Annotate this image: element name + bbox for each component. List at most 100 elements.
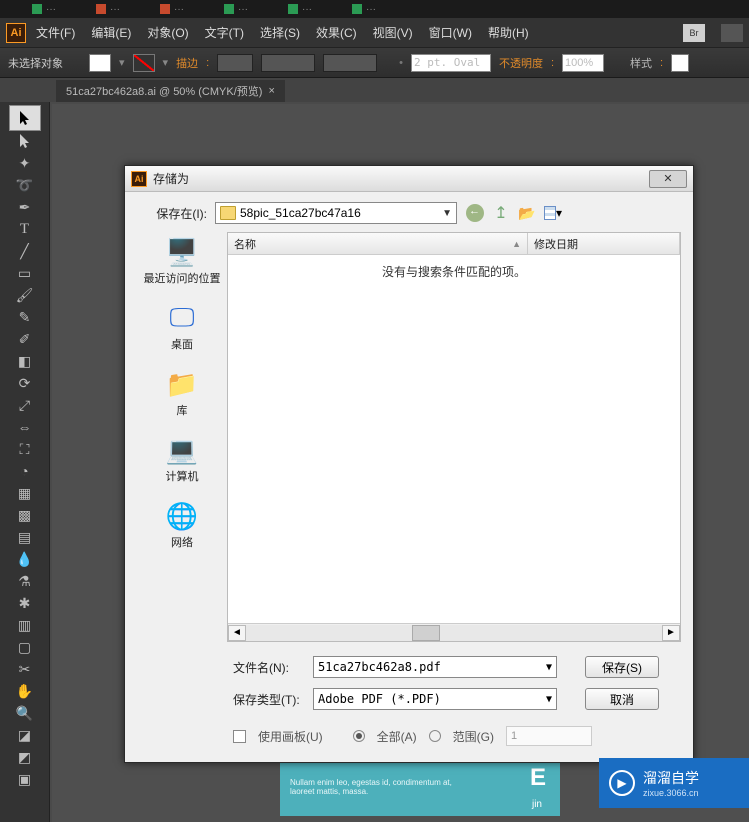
computer-icon: 💻 xyxy=(166,434,198,466)
place-libraries[interactable]: 📁 库 xyxy=(166,368,198,418)
workspace-layout-button[interactable] xyxy=(721,24,743,42)
watermark: ▶ 溜溜自学 zixue.3066.cn xyxy=(599,758,749,808)
menu-edit[interactable]: 编辑(E) xyxy=(85,22,137,43)
menu-effect[interactable]: 效果(C) xyxy=(310,22,363,43)
column-graph-tool[interactable]: ▥ xyxy=(13,614,37,636)
color-mode-icon[interactable]: ◩ xyxy=(13,746,37,768)
gradient-tool[interactable]: ▤ xyxy=(13,526,37,548)
zoom-tool[interactable]: 🔍 xyxy=(13,702,37,724)
blob-brush-tool[interactable]: ✐ xyxy=(13,328,37,350)
bridge-button[interactable]: Br xyxy=(683,24,705,42)
nofill-swatch[interactable] xyxy=(133,54,155,72)
column-name[interactable]: 名称▲ xyxy=(228,233,528,254)
scroll-thumb[interactable] xyxy=(412,625,440,641)
perspective-tool[interactable]: ▦ xyxy=(13,482,37,504)
rectangle-tool[interactable]: ▭ xyxy=(13,262,37,284)
pencil-tool[interactable]: ✎ xyxy=(13,306,37,328)
range-label: 范围(G) xyxy=(453,728,494,745)
direct-selection-tool[interactable] xyxy=(13,130,37,152)
mesh-tool[interactable]: ▩ xyxy=(13,504,37,526)
place-desktop[interactable]: 🖵 桌面 xyxy=(166,302,198,352)
place-recent[interactable]: 🖥️ 最近访问的位置 xyxy=(144,236,221,286)
symbol-sprayer-tool[interactable]: ✱ xyxy=(13,592,37,614)
chevron-down-icon: ▼ xyxy=(546,662,552,673)
stroke-weight-input[interactable] xyxy=(217,54,253,72)
os-tab-strip: ··· ··· ··· ··· ··· ··· xyxy=(0,0,749,18)
scroll-left-button[interactable]: ◄ xyxy=(228,625,246,641)
document-tab[interactable]: 51ca27bc462a8.ai @ 50% (CMYK/预览) × xyxy=(56,80,285,102)
blend-tool[interactable]: ⚗ xyxy=(13,570,37,592)
slice-tool[interactable]: ✂ xyxy=(13,658,37,680)
width-tool[interactable]: ⇔ xyxy=(13,416,37,438)
back-button[interactable] xyxy=(465,203,485,223)
menu-window[interactable]: 窗口(W) xyxy=(423,22,478,43)
dialog-title: 存储为 xyxy=(153,170,189,187)
screen-mode-icon[interactable]: ▣ xyxy=(13,768,37,790)
document-tab-row: 51ca27bc462a8.ai @ 50% (CMYK/预览) × xyxy=(0,78,749,102)
ai-icon: Ai xyxy=(131,171,147,187)
toolbox: ✦ ➰ ✒ T ╱ ▭ 🖌 ✎ ✐ ◧ ⟳ ⤢ ⇔ ⛶ ◔ ▦ ▩ ▤ 💧 ⚗ … xyxy=(0,102,50,822)
scroll-right-button[interactable]: ► xyxy=(662,625,680,641)
menu-select[interactable]: 选择(S) xyxy=(254,22,306,43)
savein-combo[interactable]: 58pic_51ca27bc47a16 ▼ xyxy=(215,202,457,224)
view-menu-button[interactable]: ▾ xyxy=(543,203,563,223)
selection-tool[interactable] xyxy=(10,106,40,130)
places-bar: 🖥️ 最近访问的位置 🖵 桌面 📁 库 💻 计算机 🌐 网络 xyxy=(137,232,227,642)
filetype-select[interactable]: Adobe PDF (*.PDF)▼ xyxy=(313,688,557,710)
type-label: 保存类型(T): xyxy=(233,691,305,708)
menu-object[interactable]: 对象(O) xyxy=(141,22,194,43)
place-network[interactable]: 🌐 网络 xyxy=(166,500,198,550)
range-input[interactable]: 1 xyxy=(506,726,592,746)
file-list[interactable]: 名称▲ 修改日期 没有与搜索条件匹配的项。 ◄ ► xyxy=(227,232,681,642)
column-date[interactable]: 修改日期 xyxy=(528,233,680,254)
range-radio[interactable] xyxy=(429,730,441,742)
shape-builder-tool[interactable]: ◔ xyxy=(13,460,37,482)
free-transform-tool[interactable]: ⛶ xyxy=(13,438,37,460)
menu-file[interactable]: 文件(F) xyxy=(30,22,81,43)
opacity-input[interactable]: 100% xyxy=(562,54,604,72)
play-icon: ▶ xyxy=(609,770,635,796)
folder-icon xyxy=(220,206,236,220)
savein-label: 保存在(I): xyxy=(137,205,207,222)
desktop-icon: 🖵 xyxy=(166,302,198,334)
style-label: 样式 xyxy=(630,55,652,71)
eyedropper-tool[interactable]: 💧 xyxy=(13,548,37,570)
stroke-profile[interactable] xyxy=(261,54,315,72)
line-tool[interactable]: ╱ xyxy=(13,240,37,262)
new-folder-button[interactable]: 📂 xyxy=(517,203,537,223)
rotate-tool[interactable]: ⟳ xyxy=(13,372,37,394)
place-computer[interactable]: 💻 计算机 xyxy=(166,434,199,484)
magic-wand-tool[interactable]: ✦ xyxy=(13,152,37,174)
cancel-button[interactable]: 取消 xyxy=(585,688,659,710)
close-icon[interactable]: × xyxy=(268,85,274,97)
selection-status: 未选择对象 xyxy=(8,55,63,71)
paintbrush-tool[interactable]: 🖌 xyxy=(13,284,37,306)
save-button[interactable]: 保存(S) xyxy=(585,656,659,678)
all-radio[interactable] xyxy=(353,730,365,742)
brush-def[interactable] xyxy=(323,54,377,72)
use-artboards-checkbox[interactable] xyxy=(233,730,246,743)
artwork-preview: Nullam enim leo, egestas id, condimentum… xyxy=(280,758,560,816)
stroke-label: 描边 xyxy=(176,55,198,71)
dialog-close-button[interactable]: ✕ xyxy=(649,170,687,188)
artboard-tool[interactable]: ▢ xyxy=(13,636,37,658)
filename-input[interactable]: 51ca27bc462a8.pdf▼ xyxy=(313,656,557,678)
eraser-tool[interactable]: ◧ xyxy=(13,350,37,372)
horizontal-scrollbar[interactable]: ◄ ► xyxy=(228,623,680,641)
hand-tool[interactable]: ✋ xyxy=(13,680,37,702)
lasso-tool[interactable]: ➰ xyxy=(13,174,37,196)
network-icon: 🌐 xyxy=(166,500,198,532)
menu-view[interactable]: 视图(V) xyxy=(367,22,419,43)
pen-tool[interactable]: ✒ xyxy=(13,196,37,218)
chevron-down-icon: ▼ xyxy=(442,208,452,219)
menu-help[interactable]: 帮助(H) xyxy=(482,22,535,43)
fill-stroke-icon[interactable]: ◪ xyxy=(13,724,37,746)
menu-type[interactable]: 文字(T) xyxy=(199,22,250,43)
up-one-level-button[interactable]: ↥ xyxy=(491,203,511,223)
type-tool[interactable]: T xyxy=(13,218,37,240)
filename-label: 文件名(N): xyxy=(233,659,305,676)
fill-swatch[interactable] xyxy=(89,54,111,72)
stroke-width-profile[interactable]: 2 pt. Oval xyxy=(411,54,491,72)
scale-tool[interactable]: ⤢ xyxy=(13,394,37,416)
style-swatch[interactable] xyxy=(671,54,689,72)
